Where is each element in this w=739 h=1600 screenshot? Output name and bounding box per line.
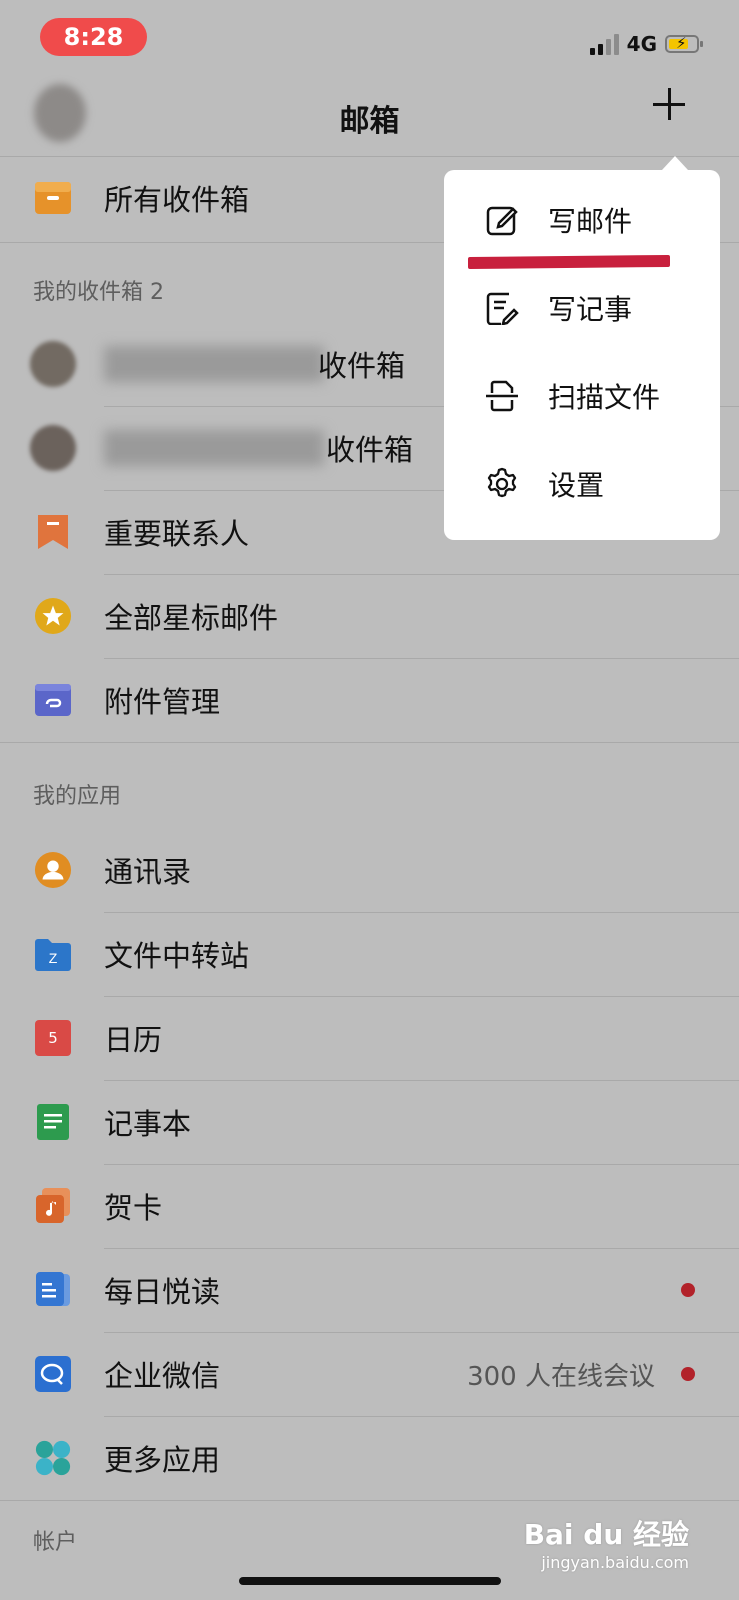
gear-icon bbox=[482, 464, 522, 504]
account-name-redacted bbox=[104, 430, 324, 466]
svg-text:Z: Z bbox=[49, 950, 58, 966]
starred-mail-label: 全部星标邮件 bbox=[104, 601, 279, 635]
wecom-label: 企业微信 bbox=[104, 1359, 221, 1393]
compose-icon bbox=[482, 200, 522, 240]
menu-scan-document[interactable]: 扫描文件 bbox=[444, 352, 720, 440]
section-account: 帐户 bbox=[33, 1530, 78, 1555]
greeting-card-app-item[interactable]: 贺卡 bbox=[0, 1164, 739, 1248]
reading-icon bbox=[34, 1271, 72, 1309]
starred-mail-item[interactable]: 全部星标邮件 bbox=[0, 574, 739, 658]
menu-compose-mail[interactable]: 写邮件 bbox=[444, 176, 720, 264]
watermark: Bai du 经验 jingyan.baidu.com bbox=[524, 1513, 689, 1572]
menu-settings[interactable]: 设置 bbox=[444, 440, 720, 528]
wecom-icon bbox=[34, 1355, 72, 1393]
divider bbox=[0, 742, 739, 743]
music-card-icon bbox=[34, 1187, 72, 1225]
account-name-redacted bbox=[104, 346, 324, 382]
menu-label: 设置 bbox=[548, 469, 605, 502]
menu-label: 写邮件 bbox=[548, 205, 633, 238]
contacts-icon bbox=[34, 851, 72, 889]
contacts-app-item[interactable]: 通讯录 bbox=[0, 828, 739, 912]
greeting-card-label: 贺卡 bbox=[104, 1191, 163, 1225]
online-meeting-text: 300 人在线会议 bbox=[467, 1361, 655, 1392]
notification-dot bbox=[681, 1367, 695, 1381]
wecom-app-item[interactable]: 企业微信 300 人在线会议 bbox=[0, 1332, 739, 1416]
watermark-brand: Bai du 经验 bbox=[523, 1518, 689, 1551]
popup-arrow bbox=[662, 156, 688, 170]
more-apps-label: 更多应用 bbox=[104, 1443, 221, 1477]
attachment-folder-icon bbox=[34, 681, 72, 719]
section-my-inboxes: 我的收件箱 2 bbox=[33, 280, 164, 305]
attachments-item[interactable]: 附件管理 bbox=[0, 658, 739, 742]
attachments-label: 附件管理 bbox=[104, 685, 221, 719]
notepad-label: 记事本 bbox=[104, 1107, 192, 1141]
signal-icon bbox=[589, 33, 619, 55]
calendar-icon: 5 bbox=[34, 1019, 72, 1057]
daily-reading-label: 每日悦读 bbox=[104, 1275, 221, 1309]
notepad-app-item[interactable]: 记事本 bbox=[0, 1080, 739, 1164]
battery-icon: ⚡ bbox=[665, 34, 703, 53]
status-indicators: 4G ⚡ bbox=[589, 30, 703, 58]
watermark-url: jingyan.baidu.com bbox=[541, 1553, 689, 1572]
file-transfer-app-item[interactable]: Z 文件中转站 bbox=[0, 912, 739, 996]
account-inbox-label: 收件箱 bbox=[318, 349, 406, 383]
home-indicator[interactable] bbox=[239, 1577, 501, 1585]
notepad-icon bbox=[34, 1103, 72, 1141]
all-inbox-label: 所有收件箱 bbox=[104, 183, 250, 217]
more-apps-icon bbox=[34, 1439, 72, 1477]
calendar-label: 日历 bbox=[104, 1023, 163, 1057]
folder-z-icon: Z bbox=[34, 935, 72, 973]
menu-label: 写记事 bbox=[548, 293, 633, 326]
menu-label: 扫描文件 bbox=[548, 381, 661, 414]
star-icon bbox=[34, 597, 72, 635]
file-transfer-label: 文件中转站 bbox=[104, 939, 250, 973]
account-avatar bbox=[30, 341, 76, 387]
important-contacts-label: 重要联系人 bbox=[104, 517, 250, 551]
page-title: 邮箱 bbox=[339, 104, 400, 139]
menu-write-note[interactable]: 写记事 bbox=[444, 264, 720, 352]
calendar-app-item[interactable]: 5 日历 bbox=[0, 996, 739, 1080]
network-label: 4G bbox=[626, 32, 657, 56]
contacts-label: 通讯录 bbox=[104, 855, 192, 889]
add-popup-menu: 写邮件 写记事 扫描文件 设置 bbox=[444, 170, 720, 540]
daily-reading-app-item[interactable]: 每日悦读 bbox=[0, 1248, 739, 1332]
bookmark-icon bbox=[34, 513, 72, 551]
status-time: 8:28 bbox=[40, 18, 147, 56]
note-icon bbox=[482, 288, 522, 328]
more-apps-item[interactable]: 更多应用 bbox=[0, 1416, 739, 1500]
account-avatar bbox=[30, 425, 76, 471]
divider bbox=[0, 1500, 739, 1501]
calendar-day: 5 bbox=[48, 1029, 58, 1047]
notification-dot bbox=[681, 1283, 695, 1297]
scan-icon bbox=[482, 376, 522, 416]
highlight-underline bbox=[468, 254, 670, 270]
account-inbox-label: 收件箱 bbox=[326, 433, 414, 467]
section-my-apps: 我的应用 bbox=[33, 784, 122, 809]
inbox-tray-icon bbox=[34, 179, 72, 217]
add-icon[interactable] bbox=[653, 88, 685, 120]
